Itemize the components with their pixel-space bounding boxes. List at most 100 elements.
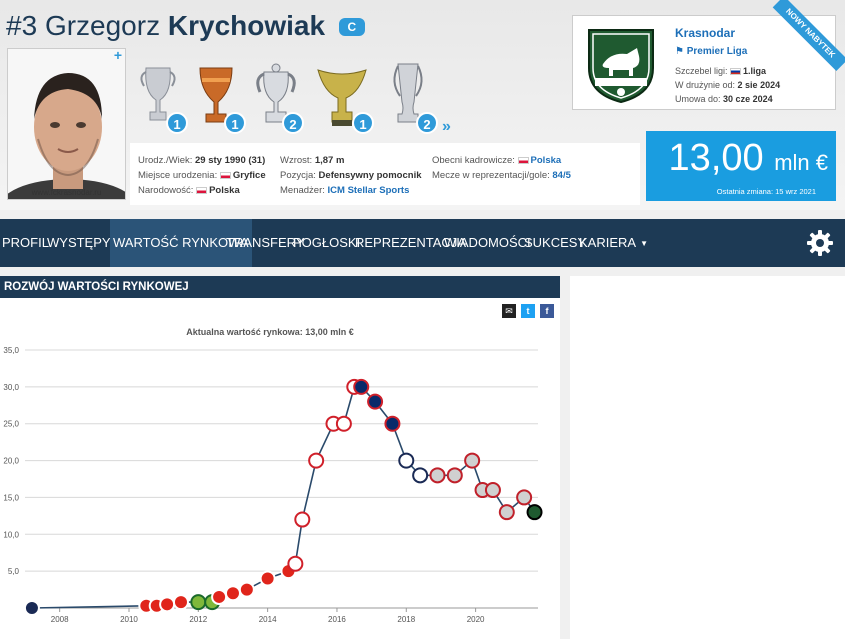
data-point	[516, 489, 533, 506]
trophies-row: 1 1 2 1 2	[138, 62, 468, 137]
nav-sukcesy[interactable]: SUKCESY	[524, 235, 586, 250]
data-point	[526, 504, 543, 521]
caret-down-icon: ▼	[640, 239, 648, 249]
x-tick-label: 2016	[328, 615, 346, 624]
info-column: Obecni kadrowicze: Polska Mecze w reprez…	[432, 155, 571, 181]
data-point	[498, 504, 515, 521]
player-portrait-icon	[8, 49, 125, 199]
data-point	[224, 585, 241, 602]
trophy-item[interactable]: 1	[138, 62, 188, 134]
first-name: Grzegorz	[44, 10, 161, 41]
nav-profil[interactable]: PROFIL	[2, 235, 49, 250]
data-point	[398, 452, 415, 469]
position: Defensywny pomocnik	[318, 170, 422, 181]
league-icon: ⚑	[675, 46, 684, 57]
main-nav: PROFIL WYSTĘPY▼ WARTOŚĆ RYNKOWA TRANSFER…	[0, 219, 845, 267]
trophy-item[interactable]: 1	[314, 62, 374, 134]
joined-date: W drużynie od: 2 sie 2024	[675, 80, 781, 90]
x-tick-label: 2012	[189, 615, 207, 624]
y-tick-label: 25,0	[3, 420, 19, 429]
plus-icon[interactable]: +	[114, 49, 122, 63]
sidebar	[570, 276, 845, 639]
player-info: Urodz./Wiek: 29 sty 1990 (31) Miejsce ur…	[130, 143, 640, 205]
y-tick-label: 10,0	[3, 530, 19, 539]
data-point	[287, 555, 304, 572]
info-column: Wzrost: 1,87 m Pozycja: Defensywny pomoc…	[280, 155, 422, 196]
data-point	[367, 393, 384, 410]
data-point	[259, 570, 276, 587]
shirt-number: #3	[6, 10, 38, 41]
facebook-share-icon[interactable]: f	[540, 304, 554, 318]
twitter-share-icon[interactable]: t	[521, 304, 535, 318]
krasnodar-crest-icon	[588, 29, 654, 104]
market-value-panel: ROZWÓJ WARTOŚCI RYNKOWEJ ✉ t f Aktualna …	[0, 276, 560, 639]
data-point	[384, 415, 401, 432]
nationality: Polska	[209, 185, 240, 196]
contract-expiry: Umowa do: 30 cze 2024	[675, 94, 773, 104]
height: 1,87 m	[314, 155, 345, 166]
x-tick-label: 2014	[259, 615, 277, 624]
flag-russia-icon	[730, 68, 742, 76]
gear-icon[interactable]	[806, 229, 834, 257]
y-tick-label: 15,0	[3, 493, 19, 502]
trophy-count: 2	[416, 112, 438, 134]
data-point	[159, 596, 176, 613]
trophy-item[interactable]: 1	[196, 62, 246, 134]
nav-kariera[interactable]: KARIERA ▼	[579, 235, 648, 250]
y-tick-label: 5,0	[8, 567, 20, 576]
player-header: #3 Grzegorz Krychowiak C + www.fckrasnod…	[0, 0, 845, 210]
trophy-count: 2	[282, 112, 304, 134]
panel-title: ROZWÓJ WARTOŚCI RYNKOWEJ	[0, 276, 560, 298]
y-tick-label: 35,0	[3, 346, 19, 355]
data-point	[335, 415, 352, 432]
last-update: Ostatnia zmiana: 15 wrz 2021	[716, 187, 816, 196]
club-name-link[interactable]: Krasnodar	[675, 26, 735, 40]
data-point	[23, 600, 40, 616]
league-link[interactable]: ⚑ Premier Liga	[675, 46, 747, 57]
x-tick-label: 2018	[397, 615, 415, 624]
data-point	[412, 467, 429, 484]
player-photo[interactable]: + www.fckrasnodar.ru	[7, 48, 126, 200]
x-tick-label: 2008	[51, 615, 69, 624]
more-trophies-icon[interactable]: »	[442, 118, 451, 136]
info-column: Urodz./Wiek: 29 sty 1990 (31) Miejsce ur…	[138, 155, 266, 196]
trophy-item[interactable]: 2	[388, 62, 438, 134]
market-value-chart: 5,0 10,0 15,0 20,0 25,0 30,0 35,0 2008 2010 2012 2…	[3, 346, 543, 624]
agent-link[interactable]: ICM Stellar Sports	[328, 185, 410, 196]
captain-badge: C	[338, 18, 365, 36]
data-point	[353, 378, 370, 395]
chart-caption: Aktualna wartość rynkowa: 13,00 mln €	[186, 327, 354, 337]
x-tick-label: 2010	[120, 615, 138, 624]
league-level: Szczebel ligi: 1.liga	[675, 66, 767, 76]
national-team-link[interactable]: Polska	[531, 155, 562, 166]
birth-place: Gryfice	[232, 170, 266, 181]
last-name: Krychowiak	[167, 10, 326, 41]
data-point	[294, 511, 311, 528]
data-point	[484, 482, 501, 499]
data-point	[308, 452, 325, 469]
data-point	[446, 467, 463, 484]
data-point	[238, 581, 255, 598]
data-point	[190, 594, 207, 611]
email-share-icon[interactable]: ✉	[502, 304, 516, 318]
data-point	[172, 594, 189, 611]
club-logo[interactable]	[581, 24, 661, 104]
data-point	[464, 452, 481, 469]
y-tick-label: 20,0	[3, 457, 19, 466]
flag-poland-icon	[219, 171, 231, 179]
trophy-count: 1	[352, 112, 374, 134]
caps-link[interactable]: 84/5	[552, 170, 571, 181]
nav-wiadomosci[interactable]: WIADOMOŚCI	[444, 235, 531, 250]
nav-pogloski[interactable]: POGŁOSKI	[293, 235, 360, 250]
photo-credit: www.fckrasnodar.ru	[31, 188, 102, 197]
data-point	[429, 467, 446, 484]
player-name: #3 Grzegorz Krychowiak C	[6, 10, 365, 42]
birth-date: 29 sty 1990 (31)	[195, 155, 266, 166]
trophy-count: 1	[224, 112, 246, 134]
x-tick-label: 2020	[467, 615, 485, 624]
market-value-box[interactable]: 13,00 mln € Ostatnia zmiana: 15 wrz 2021	[646, 131, 836, 201]
trophy-count: 1	[166, 112, 188, 134]
market-value: 13,00 mln €	[668, 137, 828, 179]
trophy-item[interactable]: 2	[254, 62, 304, 134]
flag-poland-icon	[517, 156, 529, 164]
